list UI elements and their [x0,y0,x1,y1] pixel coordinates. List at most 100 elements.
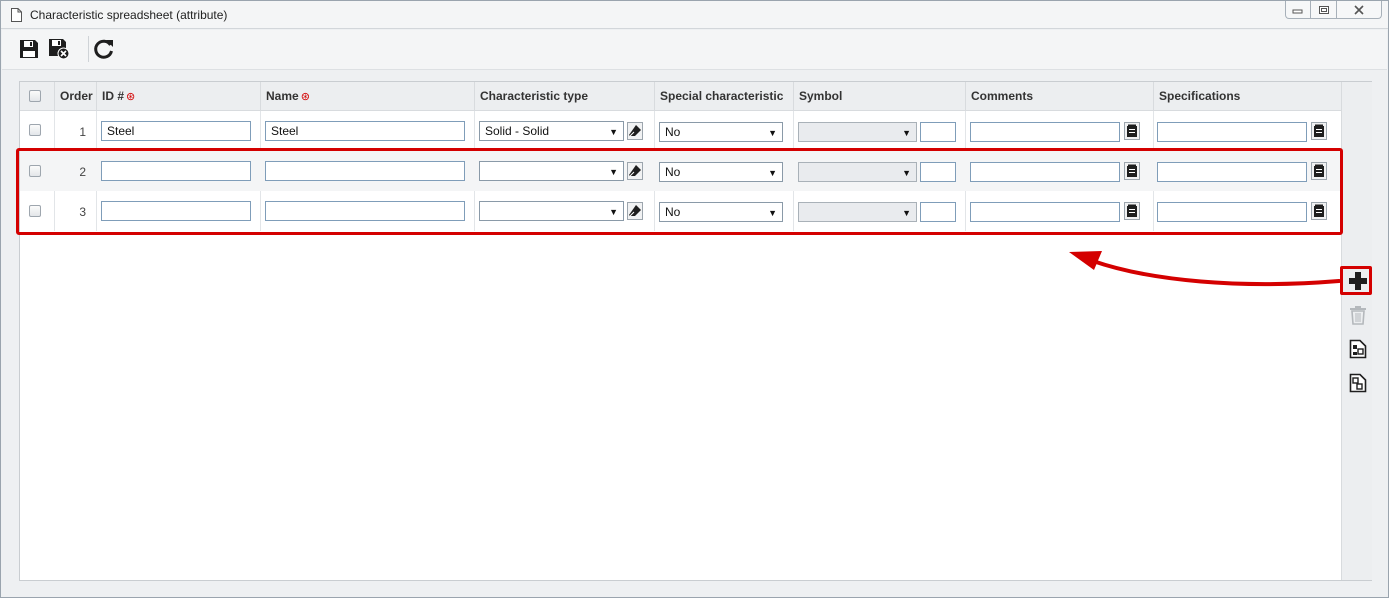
special-characteristic-value: No [665,205,681,219]
dropdown-arrow-icon: ▼ [768,168,777,178]
characteristic-type-select[interactable]: ▼ [479,201,624,221]
characteristic-type-select[interactable]: ▼ [479,161,624,181]
notepad-icon [1127,204,1137,217]
characteristic-type-select[interactable]: Solid - Solid ▼ [479,121,624,141]
header-id-label: ID # [102,89,125,103]
save-and-close-icon [49,39,70,60]
header-comments[interactable]: Comments [965,82,1153,111]
dropdown-arrow-icon: ▼ [902,128,911,138]
clear-type-button[interactable] [627,162,643,180]
symbol-select[interactable]: ▼ [798,122,917,142]
paste-row-icon [1349,339,1367,359]
header-characteristic-type[interactable]: Characteristic type [474,82,654,111]
specifications-editor-button[interactable] [1311,162,1327,180]
header-symbol[interactable]: Symbol [793,82,965,111]
minimize-button[interactable] [1285,1,1311,19]
comments-editor-button[interactable] [1124,202,1140,220]
select-all-checkbox[interactable] [29,90,41,102]
characteristic-spreadsheet-window: Characteristic spreadsheet (attribute) O… [0,0,1389,598]
dropdown-arrow-icon: ▼ [609,127,618,137]
paste-row-button[interactable] [1347,338,1369,360]
header-name-label: Name [266,89,299,103]
specifications-editor-button[interactable] [1311,202,1327,220]
clear-type-button[interactable] [627,122,643,140]
toolbar-separator [88,36,89,62]
special-characteristic-select[interactable]: No ▼ [659,162,783,182]
minimize-icon [1292,9,1303,13]
dropdown-arrow-icon: ▼ [609,207,618,217]
dropdown-arrow-icon: ▼ [902,208,911,218]
delete-row-icon [1350,306,1366,325]
copy-row-icon [1349,373,1367,393]
characteristic-type-value: Solid - Solid [485,124,550,138]
name-input[interactable] [265,161,465,181]
required-marker-icon: ⊛ [126,91,136,103]
special-characteristic-select[interactable]: No ▼ [659,122,783,142]
required-marker-icon: ⊛ [300,91,310,103]
save-and-close-button[interactable] [47,37,71,61]
restore-button[interactable] [1311,1,1337,19]
id-input[interactable] [101,201,251,221]
notepad-icon [1127,164,1137,177]
comments-editor-button[interactable] [1124,122,1140,140]
grid-header: Order ID # ⊛ Name ⊛ Characteristic type Sp… [20,82,1341,111]
row-checkbox[interactable] [29,124,41,136]
row-order: 2 [79,165,86,179]
header-name[interactable]: Name ⊛ [260,82,474,111]
eraser-icon [629,125,641,137]
eraser-icon [629,205,641,217]
copy-row-button[interactable] [1347,372,1369,394]
name-input[interactable] [265,201,465,221]
add-row-button[interactable] [1347,270,1369,292]
row-order: 1 [79,125,86,139]
document-icon [11,7,22,22]
row-checkbox[interactable] [29,165,41,177]
special-characteristic-select[interactable]: No ▼ [659,202,783,222]
notepad-icon [1314,204,1324,217]
header-order[interactable]: Order [54,82,96,111]
save-button[interactable] [17,37,41,61]
comments-input[interactable] [970,202,1120,222]
comments-input[interactable] [970,162,1120,182]
header-specifications[interactable]: Specifications [1153,82,1341,111]
id-input[interactable] [101,161,251,181]
toolbar [2,30,1387,70]
specifications-input[interactable] [1157,162,1307,182]
row-order: 3 [79,205,86,219]
id-input[interactable]: Steel [101,121,251,141]
symbol-preview-field[interactable] [920,202,956,222]
specifications-editor-button[interactable] [1311,122,1327,140]
save-icon [20,40,38,58]
table-row: 2 ▼ No ▼ ▼ [20,151,1341,191]
row-checkbox[interactable] [29,205,41,217]
dropdown-arrow-icon: ▼ [768,208,777,218]
symbol-select[interactable]: ▼ [798,202,917,222]
close-button[interactable] [1337,1,1382,19]
symbol-preview-field[interactable] [920,122,956,142]
notepad-icon [1314,124,1324,137]
window-title: Characteristic spreadsheet (attribute) [30,7,228,22]
title-bar: Characteristic spreadsheet (attribute) [1,1,1388,29]
specifications-input[interactable] [1157,202,1307,222]
symbol-select[interactable]: ▼ [798,162,917,182]
special-characteristic-value: No [665,125,681,139]
comments-editor-button[interactable] [1124,162,1140,180]
table-row: 1 Steel Steel Solid - Solid ▼ No ▼ ▼ [20,111,1341,151]
comments-input[interactable] [970,122,1120,142]
dropdown-arrow-icon: ▼ [902,168,911,178]
restore-icon [1318,5,1329,14]
notepad-icon [1314,164,1324,177]
notepad-icon [1127,124,1137,137]
add-row-icon [1349,272,1367,290]
eraser-icon [629,165,641,177]
header-special-characteristic[interactable]: Special characteristic [654,82,793,111]
symbol-preview-field[interactable] [920,162,956,182]
header-id[interactable]: ID # ⊛ [96,82,260,111]
delete-row-button[interactable] [1347,304,1369,326]
name-input[interactable]: Steel [265,121,465,141]
clear-type-button[interactable] [627,202,643,220]
specifications-input[interactable] [1157,122,1307,142]
spreadsheet-panel: Order ID # ⊛ Name ⊛ Characteristic type Sp… [19,81,1372,581]
refresh-button[interactable] [92,37,116,61]
close-icon [1354,4,1364,15]
